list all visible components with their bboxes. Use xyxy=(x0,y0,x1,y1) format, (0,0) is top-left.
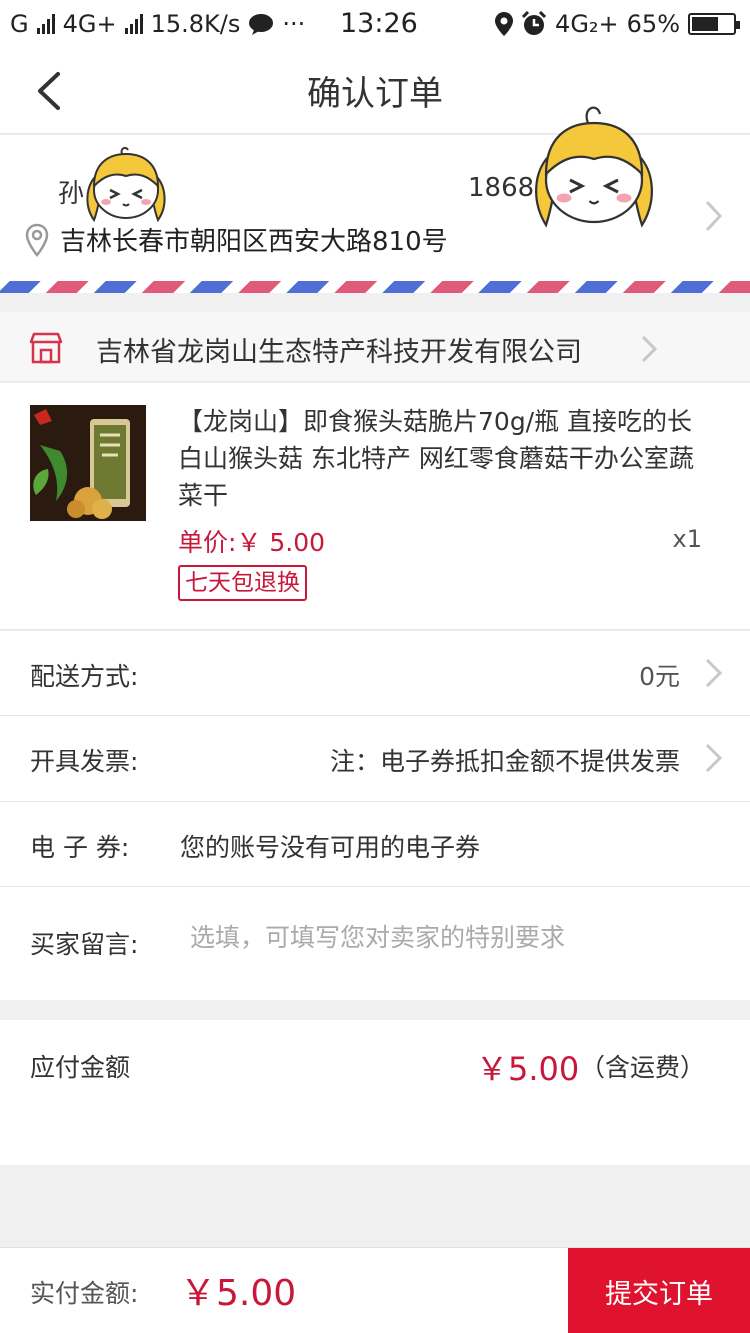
return-policy-badge: 七天包退换 xyxy=(178,565,307,601)
payable-section: 应付金额 ￥5.00 （含运费） xyxy=(0,1020,750,1165)
invoice-label: 开具发票: xyxy=(30,747,139,776)
actual-pay-amount: ￥5.00 xyxy=(180,1273,297,1314)
status-left: G 4G+ 15.8K/s ··· xyxy=(10,10,305,38)
chevron-right-icon xyxy=(705,200,723,232)
battery-percent: 65% xyxy=(626,10,680,38)
buyer-message-input[interactable] xyxy=(190,923,710,952)
coupon-value: 您的账号没有可用的电子券 xyxy=(180,833,481,862)
product-item[interactable]: 【龙岗山】即食猴头菇脆片70g/瓶 直接吃的长白山猴头菇 东北特产 网红零食蘑菇… xyxy=(0,383,750,630)
chevron-right-icon xyxy=(705,743,723,773)
signal-icon xyxy=(36,14,55,34)
delivery-row[interactable]: 配送方式: 0元 xyxy=(0,631,750,716)
shop-icon xyxy=(29,332,63,364)
shop-row[interactable]: 吉林省龙岗山生态特产科技开发有限公司 xyxy=(0,312,750,382)
bottom-bar: 实付金额: ￥5.00 提交订单 xyxy=(0,1247,750,1333)
payable-label: 应付金额 xyxy=(30,1053,131,1082)
airmail-border xyxy=(0,281,750,293)
battery-fill xyxy=(692,17,718,31)
network-label: 4G+ xyxy=(62,10,117,38)
chevron-right-icon xyxy=(641,335,658,363)
product-price: 单价:￥ 5.00 xyxy=(178,528,326,557)
invoice-note: 注：电子券抵扣金额不提供发票 xyxy=(329,747,680,776)
location-icon xyxy=(495,12,514,36)
delivery-value: 0元 xyxy=(639,662,680,691)
delivery-label: 配送方式: xyxy=(30,662,139,691)
clock: 13:26 xyxy=(340,8,418,39)
shipping-included-note: （含运费） xyxy=(580,1053,706,1082)
cartoon-face-sticker-large xyxy=(535,106,653,228)
network-label-2: 4G₂+ xyxy=(555,10,619,38)
coupon-row: 电 子 券: 您的账号没有可用的电子券 xyxy=(0,802,750,887)
status-bar: G 4G+ 15.8K/s ··· 13:26 4G₂+ 65% xyxy=(0,0,750,52)
wechat-icon xyxy=(249,14,274,35)
recipient-phone: 1868 xyxy=(468,173,535,203)
buyer-message-label: 买家留言: xyxy=(30,930,139,959)
actual-pay-label: 实付金额: xyxy=(30,1279,139,1308)
product-title: 【龙岗山】即食猴头菇脆片70g/瓶 直接吃的长白山猴头菇 东北特产 网红零食蘑菇… xyxy=(178,407,694,510)
status-right: 4G₂+ 65% xyxy=(495,10,740,38)
invoice-row[interactable]: 开具发票: 注：电子券抵扣金额不提供发票 xyxy=(0,716,750,802)
recipient-name: 孙 xyxy=(58,179,85,209)
product-image xyxy=(30,405,146,521)
buyer-message-row: 买家留言: xyxy=(0,887,750,1000)
product-quantity: x1 xyxy=(672,525,702,553)
cartoon-face-sticker-small xyxy=(86,146,166,223)
coupon-label: 电 子 券: xyxy=(30,833,130,862)
payable-amount: ￥5.00 xyxy=(476,1050,580,1088)
signal-icon xyxy=(124,14,143,34)
battery-icon xyxy=(688,13,740,35)
carrier-label: G xyxy=(10,10,29,38)
alarm-icon xyxy=(521,11,547,35)
chevron-right-icon xyxy=(705,658,723,688)
network-speed: 15.8K/s xyxy=(150,10,241,38)
shop-name: 吉林省龙岗山生态特产科技开发有限公司 xyxy=(96,337,582,368)
submit-order-button[interactable]: 提交订单 xyxy=(568,1248,750,1333)
location-pin-icon xyxy=(25,223,49,257)
more-dots: ··· xyxy=(282,10,306,38)
